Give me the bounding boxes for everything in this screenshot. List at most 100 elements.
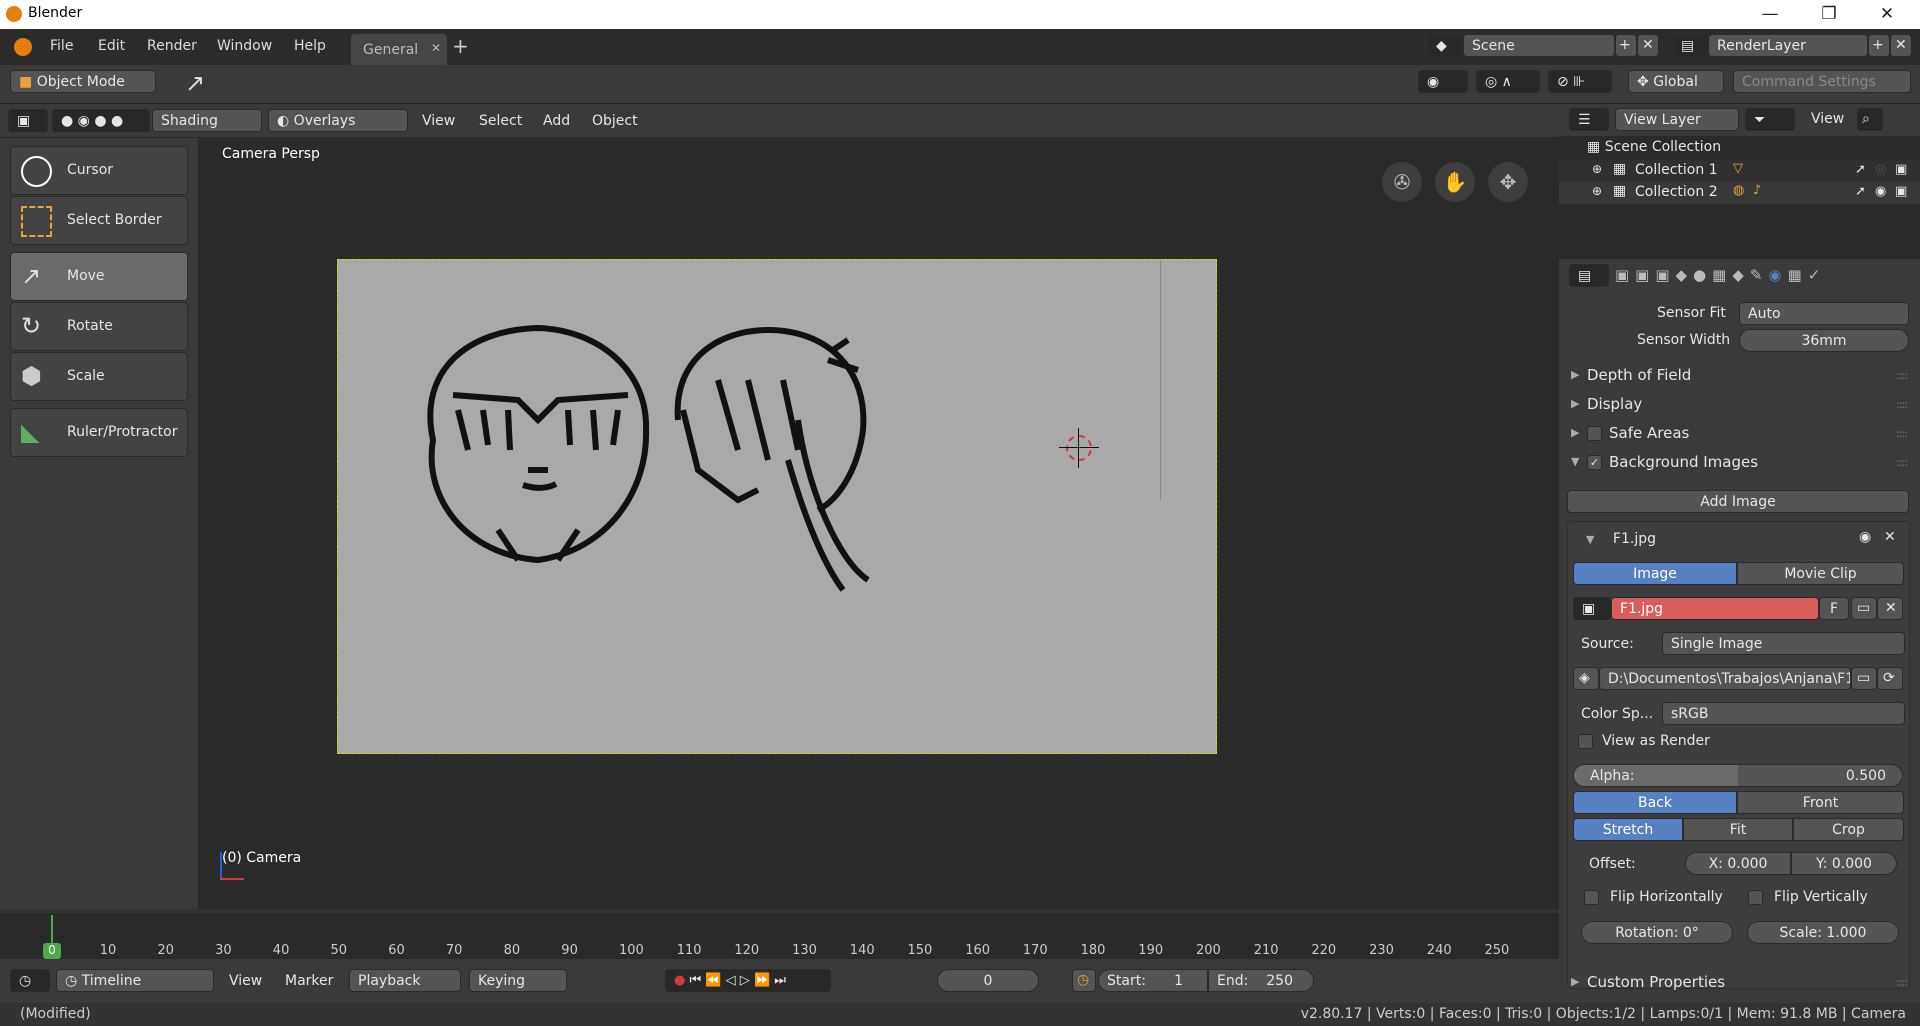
zoom-icon[interactable]: ✥	[1488, 162, 1528, 202]
render-layer-selector-icon[interactable]: ▤	[1672, 34, 1708, 57]
camera-view-icon[interactable]: ✇	[1382, 162, 1422, 202]
tool-rotate[interactable]: ↻ Rotate	[10, 302, 188, 351]
menu-help[interactable]: Help	[294, 38, 326, 54]
maximize-button[interactable]: ❐	[1806, 0, 1852, 29]
collection-1-row[interactable]: ⊕ ▦ Collection 1 ▽ ➚ ◎ ▣	[1559, 160, 1920, 182]
new-scene-icon[interactable]: +	[1615, 34, 1637, 57]
close-tab-icon[interactable]: ✕	[431, 41, 441, 55]
scene-selector-icon[interactable]: ◆	[1427, 34, 1463, 57]
display-back-button[interactable]: Back	[1573, 791, 1737, 814]
start-frame-field[interactable]: Start: 1	[1098, 969, 1208, 992]
sensor-width-field[interactable]: 36mm	[1739, 329, 1909, 352]
expand-icon[interactable]: ⊕	[1592, 184, 1602, 198]
render-layer-field[interactable]: RenderLayer	[1708, 34, 1868, 57]
close-window-button[interactable]: ✕	[1864, 0, 1910, 29]
drag-grip-icon[interactable]: ::::	[1896, 456, 1908, 469]
properties-editor-icon[interactable]: ▤	[1569, 264, 1609, 287]
unlink-image-icon[interactable]: ✕	[1877, 597, 1903, 620]
sensor-fit-dropdown[interactable]: Auto	[1739, 302, 1909, 325]
scene-name-field[interactable]: Scene	[1463, 34, 1615, 57]
background-images-checkbox[interactable]: ✓	[1587, 455, 1602, 470]
safe-areas-checkbox[interactable]	[1587, 426, 1602, 441]
preview-range-icon[interactable]: ◷	[1072, 969, 1096, 992]
image-browser-icon[interactable]: ▣	[1573, 597, 1611, 620]
open-folder-icon[interactable]: ▭	[1851, 597, 1877, 620]
source-dropdown[interactable]: Single Image	[1662, 632, 1905, 655]
depth-of-field-panel[interactable]: ▶ Depth of Field::::	[1567, 363, 1911, 388]
tool-ruler[interactable]: ◣ Ruler/Protractor	[10, 408, 188, 457]
playback-dropdown[interactable]: Playback	[349, 969, 461, 992]
select-menu[interactable]: Select	[479, 113, 522, 129]
camera-data-tab-icon[interactable]: ◉	[1768, 266, 1787, 284]
menu-file[interactable]: File	[50, 38, 73, 54]
delete-scene-icon[interactable]: ✕	[1637, 34, 1659, 57]
timeline-marker-menu[interactable]: Marker	[285, 973, 333, 989]
record-icon[interactable]: ●	[674, 973, 685, 988]
snap-icon[interactable]: ⊘ ⊪	[1548, 70, 1612, 93]
workspace-tab-general[interactable]: General ✕	[351, 34, 447, 65]
outliner-view-menu[interactable]: View	[1811, 111, 1844, 127]
image-source-tab[interactable]: Image	[1573, 562, 1737, 585]
offset-x-field[interactable]: X: 0.000	[1685, 852, 1791, 875]
tool-select-border[interactable]: Select Border	[10, 196, 188, 245]
blender-menu-icon[interactable]	[14, 38, 32, 56]
color-space-dropdown[interactable]: sRGB	[1662, 702, 1905, 725]
alpha-slider[interactable]: Alpha: 0.500	[1573, 764, 1903, 787]
select-arrow-icon[interactable]: ➚	[1855, 162, 1866, 177]
delete-render-layer-icon[interactable]: ✕	[1890, 34, 1912, 57]
custom-properties-panel[interactable]: ▶ Custom Properties::::	[1567, 970, 1911, 995]
render-camera-icon[interactable]: ▣	[1895, 184, 1907, 199]
object-mode-dropdown[interactable]: ■ Object Mode	[10, 70, 156, 93]
collection-2-row[interactable]: ⊕ ▦ Collection 2 ◍ ♪ ➚ ◉ ▣	[1559, 182, 1920, 204]
fake-user-button[interactable]: F	[1819, 597, 1849, 620]
drag-grip-icon[interactable]: ::::	[1896, 369, 1908, 382]
background-images-panel[interactable]: ▼ ✓ Background Images::::	[1567, 450, 1911, 475]
proportional-edit-icon[interactable]: ◎ ∧	[1476, 70, 1540, 93]
next-key-icon[interactable]: ⏩	[754, 973, 770, 988]
drag-grip-icon[interactable]: ::::	[1896, 398, 1908, 411]
rotation-field[interactable]: Rotation: 0°	[1581, 921, 1733, 944]
keying-dropdown[interactable]: Keying	[469, 969, 567, 992]
tool-cursor[interactable]: Cursor	[10, 146, 188, 195]
outliner-editor-icon[interactable]: ☰	[1569, 108, 1609, 131]
expand-icon[interactable]: ⊕	[1592, 162, 1602, 176]
jump-start-icon[interactable]: ⏮	[689, 973, 701, 988]
scene-collection-row[interactable]: ▦ Scene Collection	[1587, 139, 1721, 155]
display-panel[interactable]: ▶ Display::::	[1567, 392, 1911, 417]
end-frame-field[interactable]: End: 250	[1208, 969, 1314, 992]
minimize-button[interactable]: —	[1747, 0, 1793, 29]
reload-image-icon[interactable]: ⟳	[1877, 667, 1903, 690]
add-image-button[interactable]: Add Image	[1567, 490, 1909, 513]
play-icon[interactable]: ▷	[740, 973, 750, 988]
pivot-dropdown[interactable]: ◉	[1418, 70, 1468, 93]
browse-file-icon[interactable]: ▭	[1851, 667, 1877, 690]
shading-mode-buttons[interactable]: ● ◉ ● ●	[52, 109, 150, 132]
image-subpanel-header[interactable]: ▼ F1.jpg	[1586, 531, 1656, 547]
timeline-view-menu[interactable]: View	[229, 973, 262, 989]
menu-window[interactable]: Window	[217, 38, 272, 54]
menu-render[interactable]: Render	[147, 38, 197, 54]
select-arrow-icon[interactable]: ➚	[1855, 184, 1866, 199]
menu-edit[interactable]: Edit	[98, 38, 125, 54]
safe-areas-panel[interactable]: ▶ Safe Areas::::	[1567, 421, 1911, 446]
movie-clip-source-tab[interactable]: Movie Clip	[1737, 562, 1904, 585]
offset-y-field[interactable]: Y: 0.000	[1791, 852, 1897, 875]
add-menu[interactable]: Add	[543, 113, 570, 129]
tool-scale[interactable]: ⬢ Scale	[10, 352, 188, 401]
hand-pan-icon[interactable]: ✋	[1435, 162, 1475, 202]
command-settings-dropdown[interactable]: Command Settings	[1733, 70, 1911, 93]
render-camera-icon[interactable]: ▣	[1895, 162, 1907, 177]
play-reverse-icon[interactable]: ◁	[726, 973, 736, 988]
flip-horizontally-checkbox[interactable]	[1584, 890, 1599, 905]
shading-dropdown[interactable]: Shading	[152, 109, 262, 132]
timeline-editor-dropdown[interactable]: ◷ Timeline	[56, 969, 214, 992]
visibility-eye-icon[interactable]: ◎	[1875, 162, 1886, 177]
display-front-button[interactable]: Front	[1737, 791, 1904, 814]
view-as-render-checkbox[interactable]	[1578, 734, 1593, 749]
view-menu[interactable]: View	[422, 113, 455, 129]
image-datablock-field[interactable]: F1.jpg	[1611, 597, 1819, 620]
overlays-dropdown[interactable]: ◐ Overlays	[268, 109, 408, 132]
add-workspace-button[interactable]: +	[452, 34, 469, 58]
stretch-button[interactable]: Stretch	[1573, 818, 1683, 841]
timeline-area[interactable]: 0 10 20 30 40 50 60 70 80 90 100 110 120 130 140 150 16…	[0, 909, 1559, 959]
